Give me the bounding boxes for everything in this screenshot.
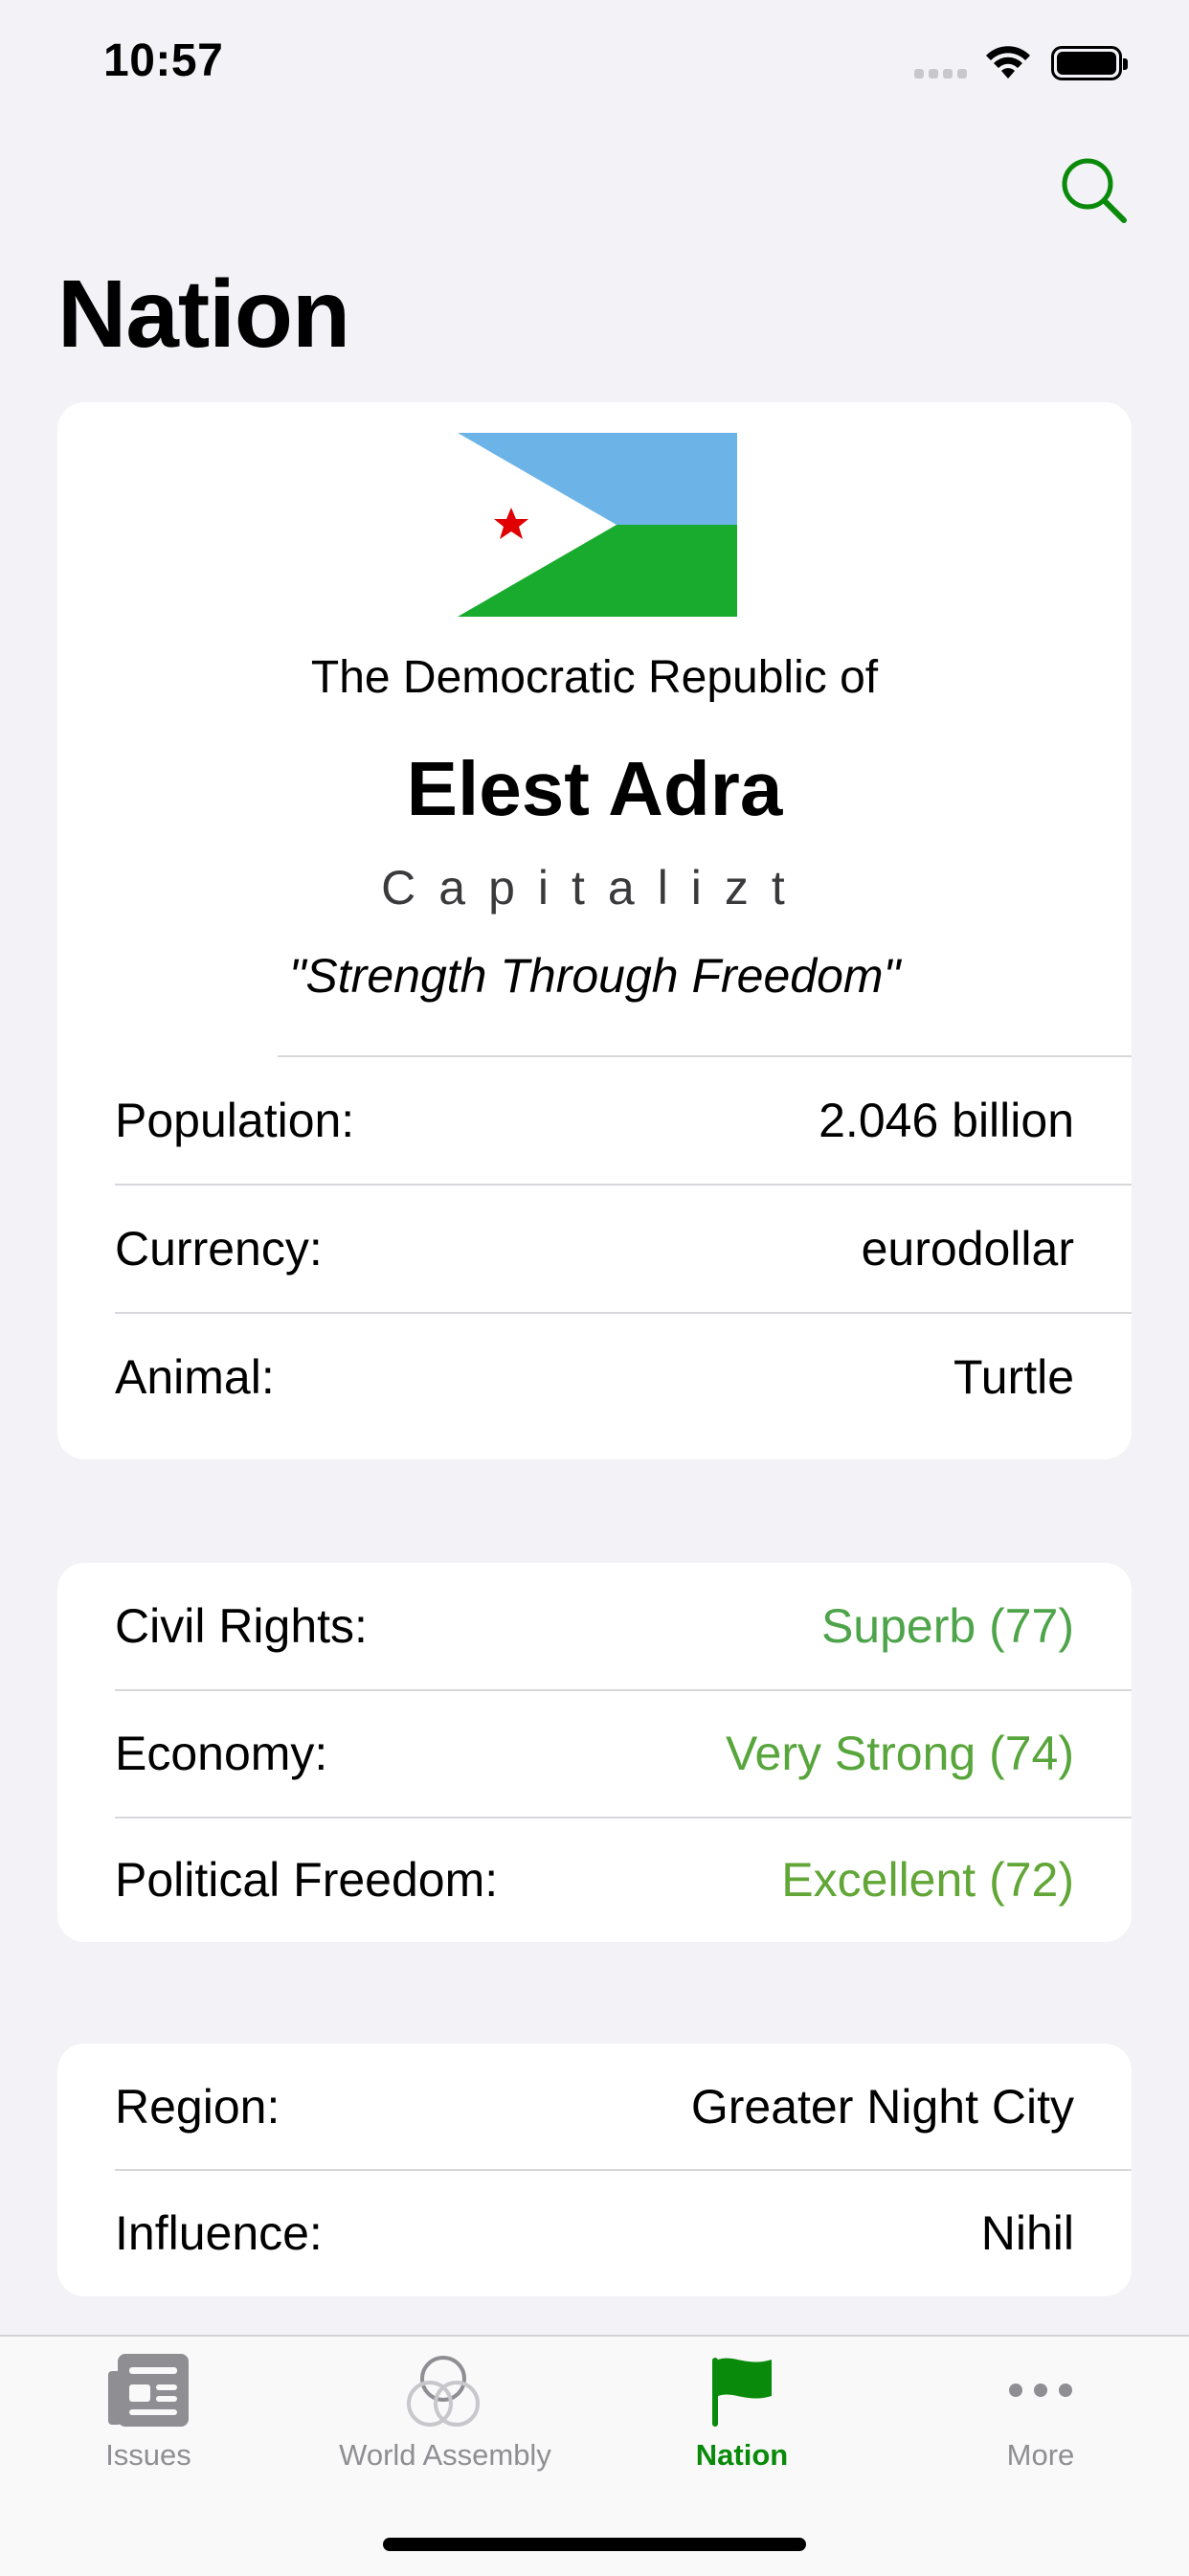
page-title: Nation (57, 260, 350, 368)
home-indicator (383, 2538, 806, 2551)
row-label: Animal: (115, 1350, 275, 1404)
status-bar: 10:57 (0, 0, 1189, 126)
row-value: Excellent (72) (781, 1853, 1074, 1907)
freedom-row-civil-rights[interactable]: Civil Rights: Superb (77) (115, 1563, 1074, 1689)
row-value: Greater Night City (690, 2080, 1074, 2134)
nation-category: Capitalizt (381, 861, 808, 915)
row-label: Influence: (115, 2206, 323, 2260)
tab-label: World Assembly (339, 2438, 551, 2472)
search-icon (1062, 158, 1127, 223)
row-label: Region: (115, 2080, 280, 2134)
tab-issues[interactable]: Issues (0, 2337, 297, 2509)
nation-pretitle: The Democratic Republic of (310, 652, 879, 703)
tab-label: Issues (105, 2438, 191, 2472)
info-row-currency: Currency: eurodollar (115, 1186, 1074, 1312)
freedom-row-economy[interactable]: Economy: Very Strong (74) (115, 1690, 1074, 1817)
info-row-animal: Animal: Turtle (115, 1314, 1074, 1440)
row-label: Population: (115, 1094, 355, 1147)
world-assembly-icon (407, 2356, 480, 2427)
info-row-influence: Influence: Nihil (115, 2170, 1074, 2296)
row-value: Superb (77) (820, 1599, 1074, 1653)
tab-world-assembly[interactable]: World Assembly (297, 2337, 594, 2509)
nation-motto: "Strength Through Freedom" (288, 949, 901, 1003)
row-value: eurodollar (861, 1222, 1074, 1276)
battery-icon (1051, 46, 1128, 80)
tab-more[interactable]: More (892, 2337, 1189, 2509)
tab-label: Nation (695, 2438, 789, 2472)
info-row-population: Population: 2.046 billion (115, 1057, 1074, 1184)
tab-label: More (1006, 2438, 1075, 2472)
row-value: 2.046 billion (819, 1094, 1074, 1147)
cellular-signal-icon (914, 69, 968, 80)
row-value: Very Strong (74) (725, 1727, 1074, 1780)
nation-name: Elest Adra (406, 746, 783, 831)
info-row-region[interactable]: Region: Greater Night City (115, 2044, 1074, 2170)
row-label: Civil Rights: (115, 1599, 368, 1653)
status-time: 10:57 (103, 35, 224, 86)
tab-nation[interactable]: Nation (594, 2337, 890, 2509)
nation-card: The Democratic Republic of Elest Adra Ca… (57, 402, 1132, 1459)
row-label: Currency: (115, 1222, 323, 1276)
region-card: Region: Greater Night City Influence: Ni… (57, 2044, 1132, 2296)
row-label: Political Freedom: (115, 1853, 499, 1907)
row-label: Economy: (115, 1727, 328, 1780)
search-button[interactable] (1057, 153, 1133, 230)
nation-flag (458, 433, 737, 617)
more-icon (1009, 2384, 1072, 2397)
row-value: Nihil (980, 2206, 1074, 2260)
wifi-icon (986, 46, 1030, 79)
row-value: Turtle (953, 1350, 1074, 1404)
flag-icon (712, 2358, 772, 2427)
freedoms-card: Civil Rights: Superb (77) Economy: Very … (57, 1563, 1132, 1942)
newspaper-icon (108, 2354, 189, 2427)
freedom-row-political-freedom[interactable]: Political Freedom: Excellent (72) (115, 1817, 1074, 1942)
